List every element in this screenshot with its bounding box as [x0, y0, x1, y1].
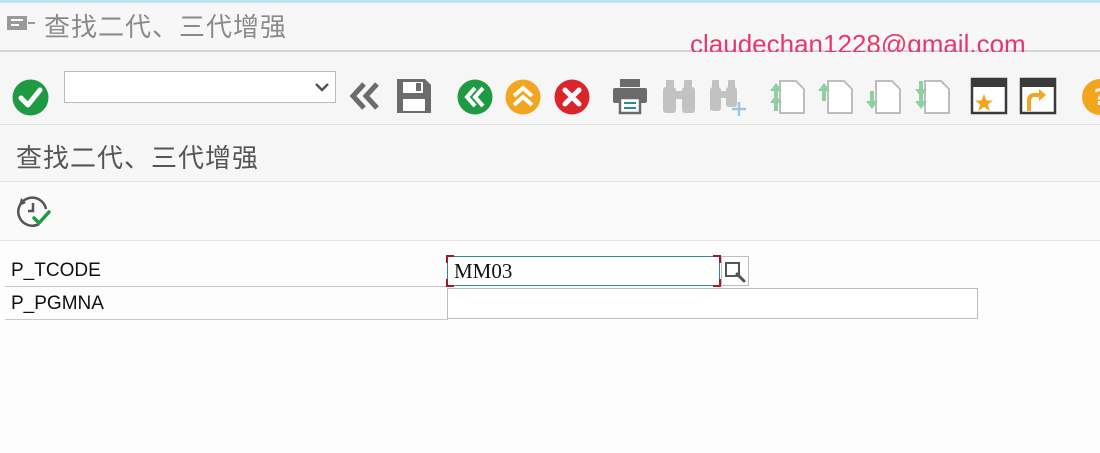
selection-screen-content: P_TCODE P_PGMNA	[0, 241, 1100, 453]
parameter-row-tcode: P_TCODE	[5, 254, 448, 287]
enter-button-check-icon[interactable]	[12, 79, 49, 116]
print-icon[interactable]	[611, 77, 649, 115]
generate-shortcut-icon[interactable]	[1019, 77, 1057, 115]
page-title: 查找二代、三代增强	[16, 144, 260, 174]
execute-clock-icon[interactable]	[16, 194, 52, 230]
collapse-double-chevron-left-icon[interactable]	[348, 81, 380, 111]
parameter-row-pgmna: P_PGMNA	[5, 287, 448, 320]
previous-page-icon[interactable]	[816, 77, 854, 115]
command-field[interactable]	[64, 71, 336, 103]
help-icon[interactable]: ?	[1081, 79, 1100, 115]
tcode-input[interactable]	[448, 257, 719, 285]
find-next-icon[interactable]	[707, 77, 747, 117]
value-help-search-icon	[725, 262, 746, 283]
command-input[interactable]	[69, 75, 308, 101]
pgmna-field[interactable]	[447, 288, 978, 319]
value-help-button[interactable]	[721, 256, 749, 286]
screen-title-bar: 查找二代、三代增强	[0, 125, 1100, 182]
create-session-icon[interactable]	[970, 77, 1008, 115]
menu-icon[interactable]	[6, 13, 36, 33]
focus-corner	[713, 279, 721, 287]
focus-corner	[713, 255, 721, 263]
last-page-icon[interactable]	[913, 77, 951, 115]
application-toolbar	[0, 182, 1100, 241]
next-page-icon[interactable]	[864, 77, 902, 115]
svg-text:?: ?	[1094, 86, 1100, 111]
window-title: 查找二代、三代增强	[44, 13, 288, 43]
chevron-down-icon[interactable]	[315, 81, 329, 93]
parameter-label: P_TCODE	[11, 260, 101, 281]
exit-button-icon[interactable]	[505, 79, 541, 115]
find-binoculars-icon[interactable]	[660, 77, 698, 115]
parameter-label: P_PGMNA	[11, 293, 104, 314]
pgmna-input[interactable]	[448, 289, 977, 318]
focus-corner	[446, 255, 454, 263]
title-bar: 查找二代、三代增强 claudechan1228@gmail.com	[0, 3, 1100, 59]
system-toolbar: ?	[0, 52, 1100, 125]
first-page-icon[interactable]	[768, 77, 806, 115]
cancel-button-icon[interactable]	[554, 79, 590, 115]
save-floppy-icon[interactable]	[395, 77, 433, 115]
back-button-icon[interactable]	[457, 79, 493, 115]
tcode-field[interactable]	[446, 255, 721, 287]
focus-corner	[446, 279, 454, 287]
